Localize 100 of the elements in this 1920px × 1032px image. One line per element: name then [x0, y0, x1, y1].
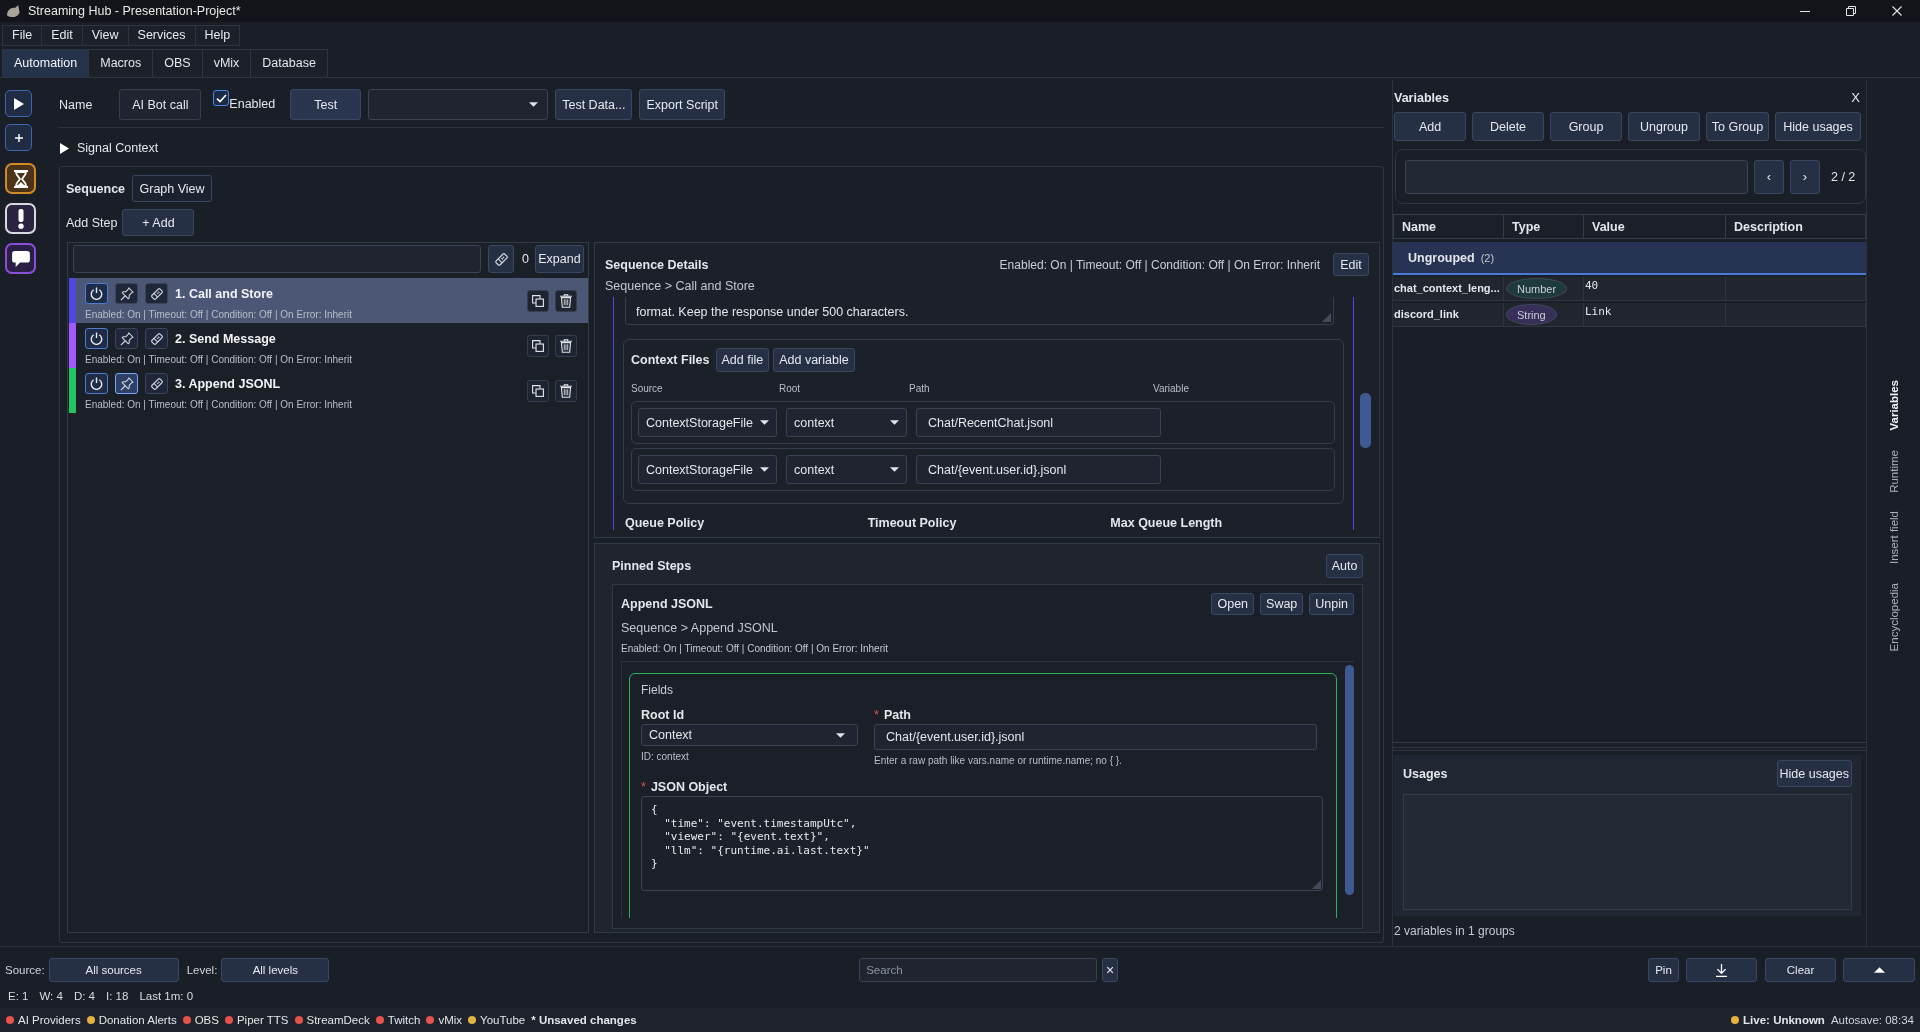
delete-button[interactable]	[555, 334, 577, 357]
root-id-dropdown[interactable]: Context	[641, 724, 858, 746]
add-button[interactable]: Add file	[715, 348, 770, 372]
toolbar-button[interactable]: To Group	[1706, 112, 1769, 141]
add-step-button[interactable]: + Add	[122, 209, 195, 236]
root-dropdown[interactable]: context	[786, 408, 907, 437]
filter-label: Source:	[5, 964, 45, 976]
panel-title: Usages	[1403, 766, 1448, 781]
chat-button[interactable]	[5, 243, 36, 274]
previous-button[interactable]: ‹	[1754, 159, 1784, 194]
delete-button[interactable]	[555, 379, 577, 402]
tab[interactable]: OBS	[153, 49, 203, 77]
test-button[interactable]: Test	[290, 89, 362, 120]
section-title: Sequence Details	[605, 257, 709, 272]
add-step-label: Add Step	[66, 215, 118, 230]
duplicate-button[interactable]	[527, 379, 549, 402]
download-button[interactable]	[1686, 958, 1757, 982]
graph-view-button[interactable]: Graph View	[132, 175, 213, 202]
clear-search-button[interactable]: ×	[1102, 958, 1119, 982]
pin-button[interactable]: Pin	[1648, 958, 1679, 982]
filter-field[interactable]	[73, 245, 481, 273]
caret-icon	[890, 420, 899, 425]
add-button[interactable]	[5, 124, 32, 151]
power-button[interactable]	[85, 328, 108, 349]
signal-context-toggle[interactable]: Signal Context	[59, 137, 159, 159]
source-filter-button[interactable]: All sources	[48, 958, 179, 982]
pin-button[interactable]	[115, 328, 138, 349]
search-field[interactable]: Search	[859, 958, 1098, 982]
toolbar-button[interactable]: Test Data...	[555, 89, 633, 120]
alert-button[interactable]	[5, 203, 36, 234]
enabled-checkbox[interactable]	[213, 90, 230, 106]
side-tab[interactable]: Insert field	[1887, 511, 1900, 565]
card-button[interactable]: Unpin	[1309, 593, 1354, 615]
menu-item[interactable]: Edit	[42, 25, 83, 46]
menu-item[interactable]: File	[2, 25, 43, 46]
root-dropdown[interactable]: context	[786, 455, 907, 484]
service-status: YouTube	[480, 1014, 526, 1026]
service-status: Piper TTS	[236, 1014, 289, 1026]
search-field[interactable]	[1405, 159, 1748, 194]
toolbar-button[interactable]: Ungroup	[1628, 112, 1700, 141]
side-tab[interactable]: Encyclopedia	[1887, 583, 1900, 652]
collapse-button[interactable]	[1843, 958, 1915, 982]
level-filter-button[interactable]: All levels	[221, 958, 330, 982]
copy-icon	[532, 339, 544, 352]
eraser-button[interactable]	[145, 283, 168, 304]
tab[interactable]: Database	[251, 49, 328, 77]
timer-button[interactable]	[5, 163, 36, 194]
prompt-field[interactable]: format. Keep the response under 500 characters.	[625, 297, 1334, 325]
tab[interactable]: Automation	[2, 49, 90, 77]
edit-button[interactable]: Edit	[1333, 253, 1369, 276]
toolbar-button[interactable]: Group	[1550, 112, 1622, 141]
add-button[interactable]: Add variable	[773, 348, 855, 372]
delete-button[interactable]	[555, 289, 577, 312]
name-field[interactable]: AI Bot call	[119, 89, 202, 120]
step-row[interactable]: 2. Send Message Enabled: On | Timeout: Off | Condition: Off | On Error: Inherit	[69, 323, 588, 368]
path-field[interactable]: Chat/RecentChat.jsonl	[916, 408, 1161, 437]
resize-grip-icon	[1322, 313, 1331, 322]
close-button[interactable]: X	[1851, 90, 1860, 105]
clear-button[interactable]: Clear	[1765, 958, 1836, 982]
path-field[interactable]: Chat/{event.user.id}.jsonl	[874, 724, 1317, 750]
toolbar-button[interactable]: Export Script	[639, 89, 725, 120]
hide-usages-button[interactable]: Hide usages	[1776, 760, 1852, 787]
summary-text: 2 variables in 1 groups	[1394, 924, 1516, 938]
menu-item[interactable]: Services	[128, 25, 196, 46]
power-button[interactable]	[85, 283, 108, 304]
side-tab[interactable]: Runtime	[1887, 449, 1900, 493]
duplicate-button[interactable]	[527, 289, 549, 312]
pin-button[interactable]	[115, 373, 138, 394]
toolbar-button[interactable]: Delete	[1472, 112, 1544, 141]
menu-item[interactable]: Help	[195, 25, 241, 46]
tab[interactable]: vMix	[202, 49, 252, 77]
source-dropdown[interactable]: ContextStorageFile	[638, 455, 777, 484]
scrollbar-thumb[interactable]	[1360, 393, 1371, 448]
service-status: OBS	[194, 1014, 219, 1026]
eraser-button[interactable]	[488, 245, 514, 273]
step-row[interactable]: 3. Append JSONL Enabled: On | Timeout: Off | Condition: Off | On Error: Inherit	[69, 368, 588, 413]
card-button[interactable]: Swap	[1260, 593, 1304, 615]
duplicate-button[interactable]	[527, 334, 549, 357]
path-field[interactable]: Chat/{event.user.id}.jsonl	[916, 455, 1161, 484]
next-button[interactable]: ›	[1790, 159, 1820, 194]
menu-item[interactable]: View	[82, 25, 129, 46]
tab[interactable]: Macros	[89, 49, 154, 77]
source-dropdown[interactable]: ContextStorageFile	[638, 408, 777, 437]
panel-title: Variables	[1394, 90, 1449, 105]
step-row[interactable]: 1. Call and Store Enabled: On | Timeout: Off | Condition: Off | On Error: Inherit	[69, 278, 588, 323]
play-button[interactable]	[5, 90, 32, 117]
toolbar-button[interactable]: Add	[1394, 112, 1466, 141]
json-field[interactable]: { "time": "event.timestampUtc", "viewer": "{event.text}", "llm": "{runtime.ai.last.text}" }	[641, 796, 1323, 891]
toolbar-button[interactable]: Hide usages	[1775, 112, 1861, 141]
eraser-button[interactable]	[145, 373, 168, 394]
pin-button[interactable]	[115, 283, 138, 304]
card-button[interactable]: Open	[1211, 593, 1255, 615]
side-tab[interactable]: Variables	[1887, 380, 1900, 431]
power-button[interactable]	[85, 373, 108, 394]
eraser-button[interactable]	[145, 328, 168, 349]
auto-button[interactable]: Auto	[1326, 554, 1363, 578]
expand-button[interactable]: Expand	[534, 245, 584, 273]
table-cell: 40	[1584, 277, 1726, 301]
scrollbar-thumb[interactable]	[1345, 665, 1354, 895]
power-icon	[90, 332, 103, 345]
